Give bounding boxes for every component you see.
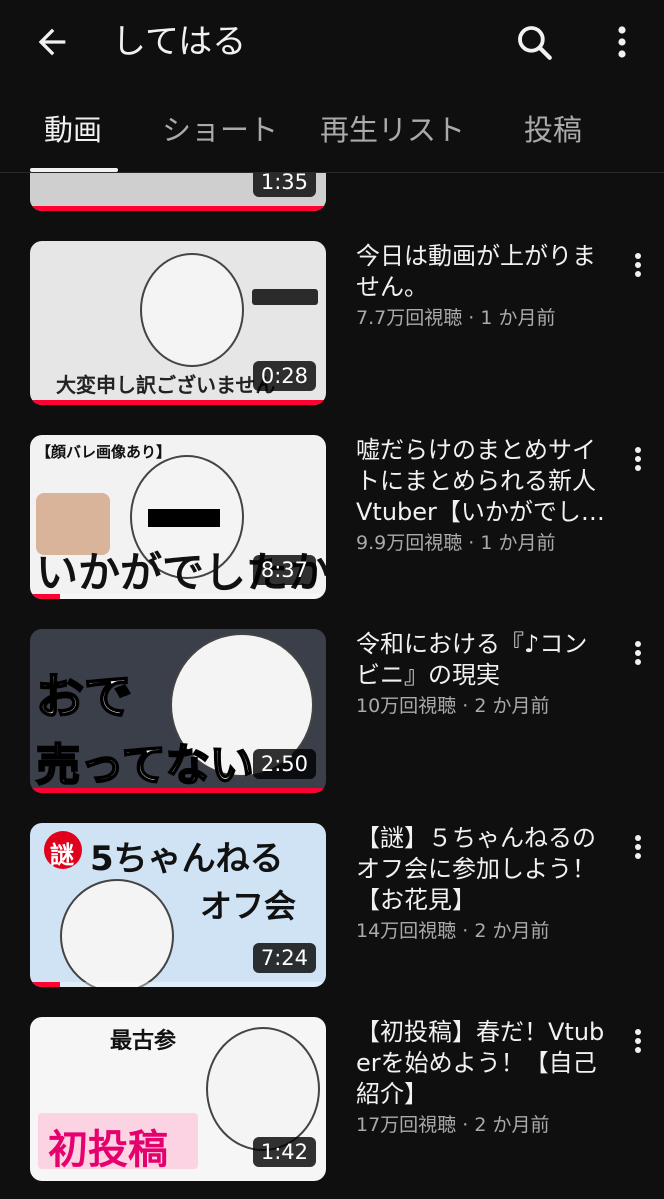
video-item[interactable]: 大変申し訳ございません 0:28 今日は動画が上がりません。 7.7万回視聴 ·… (0, 241, 664, 411)
video-item-partial[interactable]: 1:35 (0, 173, 664, 217)
video-thumbnail[interactable]: 1:35 (30, 173, 326, 211)
tab-posts[interactable]: 投稿 (524, 110, 582, 150)
video-options-button[interactable] (624, 1021, 652, 1061)
watch-progress-bar (30, 206, 326, 211)
video-options-button[interactable] (624, 633, 652, 673)
thumbnail-caption: 大変申し訳ございません (56, 373, 276, 397)
more-vert-icon (635, 641, 641, 665)
back-button[interactable] (30, 20, 74, 64)
upload-age: 2 か月前 (474, 920, 550, 942)
thumbnail-caption: 初投稿 (48, 1127, 168, 1173)
view-count: 9.9万回視聴 (356, 532, 463, 554)
search-button[interactable] (510, 18, 558, 66)
video-title[interactable]: 今日は動画が上がりません。 (356, 241, 606, 303)
more-options-button[interactable] (600, 18, 644, 66)
video-title[interactable]: 嘘だらけのまとめサイトにまとめられる新人Vtuber【いかがでし… (356, 435, 606, 528)
thumbnail-caption: オフ会 (200, 887, 297, 925)
thumbnail-caption: 売ってない (35, 739, 255, 792)
video-duration: 1:42 (252, 1137, 316, 1167)
video-duration: 7:24 (252, 943, 316, 973)
video-stats: 7.7万回視聴 · 1 か月前 (356, 307, 556, 329)
top-app-bar: してはる (0, 0, 664, 88)
channel-tabs: 動画 ショート 再生リスト 投稿 (0, 88, 664, 173)
gun-illustration (252, 289, 318, 305)
more-vert-icon (635, 835, 641, 859)
view-count: 14万回視聴 (356, 920, 457, 942)
more-vert-icon (618, 26, 626, 58)
video-meta: 嘘だらけのまとめサイトにまとめられる新人Vtuber【いかがでし… 9.9万回視… (356, 435, 606, 556)
arrow-left-icon (38, 28, 66, 56)
video-duration: 1:35 (252, 173, 316, 197)
thumbnail-header: 5ちゃんねる (90, 839, 284, 879)
video-meta: 【初投稿】春だ！Vtuberを始めよう！【自己紹介】 17万回視聴 · 2 か月… (356, 1017, 606, 1138)
watch-progress-track (30, 594, 326, 599)
video-thumbnail[interactable]: 大変申し訳ございません 0:28 (30, 241, 326, 405)
watch-progress-track (30, 982, 326, 987)
more-vert-icon (635, 447, 641, 471)
video-stats: 9.9万回視聴 · 1 か月前 (356, 532, 556, 554)
video-options-button[interactable] (624, 439, 652, 479)
video-options-button[interactable] (624, 827, 652, 867)
video-title[interactable]: 令和における『♪コンビニ』の現実 (356, 629, 606, 691)
video-duration: 8:37 (252, 555, 316, 585)
video-title[interactable]: 【初投稿】春だ！Vtuberを始めよう！【自己紹介】 (356, 1017, 606, 1110)
video-stats: 17万回視聴 · 2 か月前 (356, 1114, 550, 1136)
video-duration: 2:50 (252, 749, 316, 779)
video-item[interactable]: 最古参 初投稿 1:42 【初投稿】春だ！Vtuberを始めよう！【自己紹介】 … (0, 1017, 664, 1187)
character-illustration (206, 1027, 320, 1151)
video-stats: 14万回視聴 · 2 か月前 (356, 920, 550, 942)
video-item[interactable]: 【顔バレ画像あり】 いかがでしたか? 8:37 嘘だらけのまとめサイトにまとめら… (0, 435, 664, 605)
video-list[interactable]: 1:35 大変申し訳ございません 0:28 今日は動画が上がりません。 7.7万… (0, 173, 664, 1199)
upload-age: 2 か月前 (474, 695, 550, 717)
channel-title: してはる (112, 22, 247, 62)
thumbnail-header: 【顔バレ画像あり】 (36, 443, 172, 461)
video-title[interactable]: 【謎】５ちゃんねるのオフ会に参加しよう！【お花見】 (356, 823, 606, 916)
upload-age: 1 か月前 (480, 532, 556, 554)
video-thumbnail[interactable]: 謎 5ちゃんねる オフ会 7:24 (30, 823, 326, 987)
tab-videos[interactable]: 動画 (44, 110, 102, 150)
thumbnail-header: 最古参 (110, 1029, 177, 1054)
thumbnail-header: おで (35, 668, 133, 726)
video-meta: 令和における『♪コンビニ』の現実 10万回視聴 · 2 か月前 (356, 629, 606, 719)
more-vert-icon (635, 1029, 641, 1053)
search-icon (518, 26, 552, 60)
video-item[interactable]: おで 売ってない 2:50 令和における『♪コンビニ』の現実 10万回視聴 · … (0, 629, 664, 799)
view-count: 7.7万回視聴 (356, 307, 463, 329)
view-count: 10万回視聴 (356, 695, 457, 717)
watch-progress-bar (30, 982, 60, 987)
upload-age: 1 か月前 (480, 307, 556, 329)
character-illustration (60, 879, 174, 987)
video-thumbnail[interactable]: おで 売ってない 2:50 (30, 629, 326, 793)
watch-progress-bar (30, 594, 60, 599)
video-meta: 【謎】５ちゃんねるのオフ会に参加しよう！【お花見】 14万回視聴 · 2 か月前 (356, 823, 606, 944)
watch-progress-bar (30, 788, 326, 793)
video-thumbnail[interactable]: 【顔バレ画像あり】 いかがでしたか? 8:37 (30, 435, 326, 599)
video-options-button[interactable] (624, 245, 652, 285)
upload-age: 2 か月前 (474, 1114, 550, 1136)
video-item[interactable]: 謎 5ちゃんねる オフ会 7:24 【謎】５ちゃんねるのオフ会に参加しよう！【お… (0, 823, 664, 993)
video-meta: 今日は動画が上がりません。 7.7万回視聴 · 1 か月前 (356, 241, 606, 331)
video-thumbnail[interactable]: 最古参 初投稿 1:42 (30, 1017, 326, 1181)
tab-shorts[interactable]: ショート (162, 110, 278, 150)
video-duration: 0:28 (252, 361, 316, 391)
watch-progress-bar (30, 400, 326, 405)
censor-bar (148, 509, 220, 527)
view-count: 17万回視聴 (356, 1114, 457, 1136)
tab-playlists[interactable]: 再生リスト (320, 110, 465, 150)
video-stats: 10万回視聴 · 2 か月前 (356, 695, 550, 717)
thumbnail-badge: 謎 (50, 841, 74, 869)
character-illustration (140, 253, 244, 367)
active-tab-indicator (30, 168, 118, 172)
more-vert-icon (635, 253, 641, 277)
